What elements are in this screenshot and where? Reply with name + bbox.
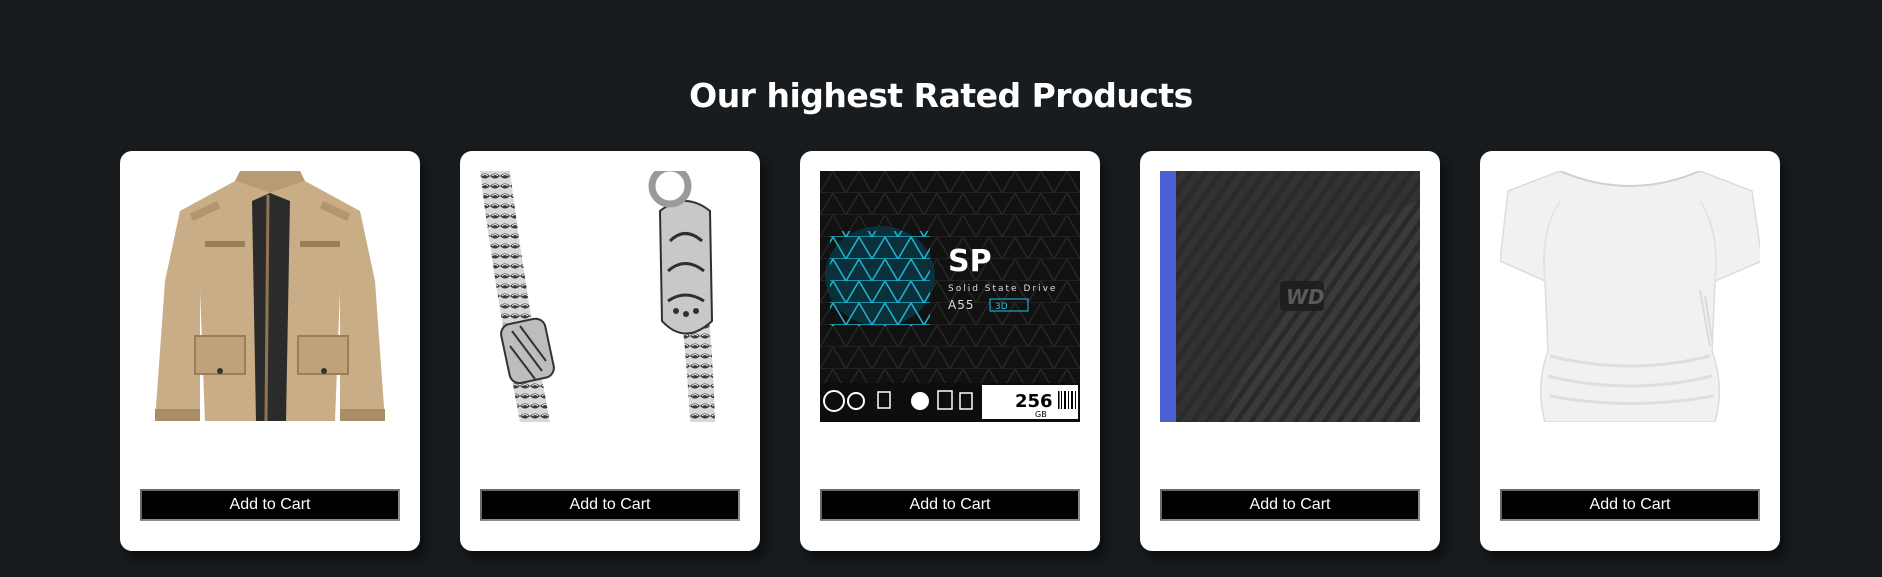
add-to-cart-button[interactable]: Add to Cart [1500,489,1760,521]
white-top-image[interactable] [1500,171,1760,422]
add-to-cart-button[interactable]: Add to Cart [480,489,740,521]
product-card: Add to Cart [460,151,760,551]
silver-chain-bracelet-image[interactable] [480,171,740,422]
add-to-cart-button[interactable]: Add to Cart [1160,489,1420,521]
ssd-model-text: A55 [948,298,974,312]
product-card: WD Add to Cart [1140,151,1440,551]
product-grid: Add to Cart Add to Cart SP Solid State D… [120,151,1780,551]
ssd-brand-text: SP [948,244,992,279]
add-to-cart-button[interactable]: Add to Cart [140,489,400,521]
product-card: SP Solid State Drive A55 3D 256 GB Add t… [800,151,1100,551]
product-card: Add to Cart [1480,151,1780,551]
ssd-capacity-text: 256 [1015,391,1053,412]
ssd-unit-text: GB [1035,410,1047,419]
ssd-drive-image[interactable]: SP Solid State Drive A55 3D 256 GB [820,171,1080,422]
khaki-jacket-image[interactable] [140,171,400,422]
ssd-line-text: Solid State Drive [948,284,1057,294]
external-hard-drive-image[interactable]: WD [1160,171,1420,422]
product-card: Add to Cart [120,151,420,551]
section-title: Our highest Rated Products [689,76,1193,115]
add-to-cart-button[interactable]: Add to Cart [820,489,1080,521]
wd-logo-text: WD [1286,285,1325,309]
ssd-tag-text: 3D [995,302,1008,312]
